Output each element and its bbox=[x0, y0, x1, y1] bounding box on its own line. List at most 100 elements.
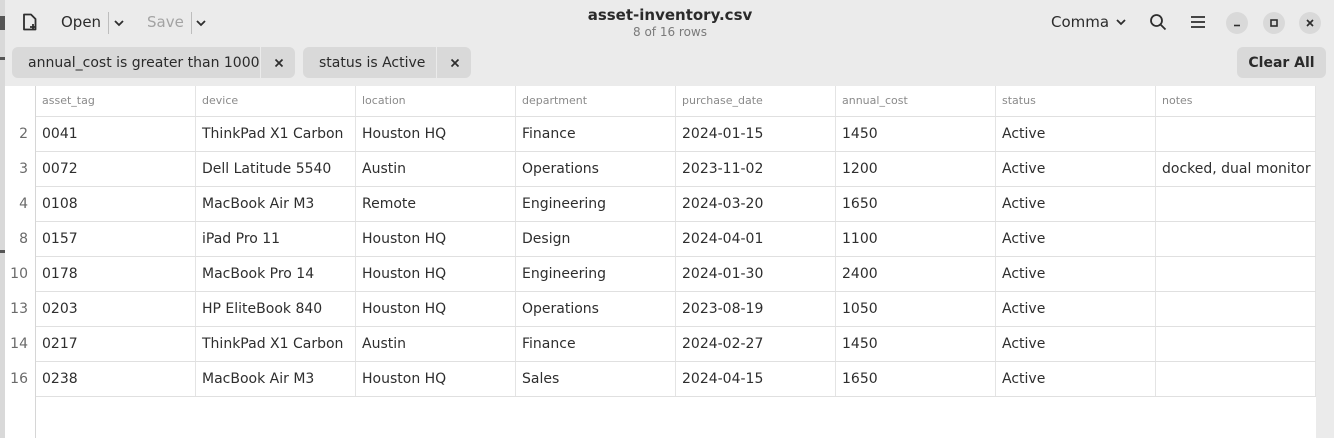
column-header-status[interactable]: status bbox=[996, 86, 1156, 116]
cell-purchase-date[interactable]: 2023-08-19 bbox=[676, 292, 836, 327]
cell-asset-tag[interactable]: 0238 bbox=[36, 362, 196, 397]
cell-device[interactable]: iPad Pro 11 bbox=[196, 222, 356, 257]
cell-asset-tag[interactable]: 0203 bbox=[36, 292, 196, 327]
cell-status[interactable]: Active bbox=[996, 222, 1156, 257]
column-header-asset-tag[interactable]: asset_tag bbox=[36, 86, 196, 116]
cell-purchase-date[interactable]: 2024-01-15 bbox=[676, 117, 836, 152]
cell-device[interactable]: MacBook Air M3 bbox=[196, 362, 356, 397]
delimiter-dropdown[interactable]: Comma bbox=[1047, 8, 1131, 36]
column-header-department[interactable]: department bbox=[516, 86, 676, 116]
cell-notes[interactable] bbox=[1156, 292, 1316, 327]
cell-device[interactable]: MacBook Pro 14 bbox=[196, 257, 356, 292]
main-menu-button[interactable] bbox=[1186, 10, 1210, 34]
table-row[interactable]: 4 0108 MacBook Air M3 Remote Engineering 2024… bbox=[5, 187, 1316, 222]
cell-device[interactable]: Dell Latitude 5540 bbox=[196, 152, 356, 187]
cell-department[interactable]: Engineering bbox=[516, 187, 676, 222]
cell-notes[interactable]: docked, dual monitor bbox=[1156, 152, 1316, 187]
cell-department[interactable]: Sales bbox=[516, 362, 676, 397]
cell-status[interactable]: Active bbox=[996, 327, 1156, 362]
save-menu-button[interactable] bbox=[193, 12, 209, 34]
cell-notes[interactable] bbox=[1156, 117, 1316, 152]
column-header-purchase-date[interactable]: purchase_date bbox=[676, 86, 836, 116]
filter-chip[interactable]: status is Active bbox=[303, 47, 471, 78]
cell-device[interactable]: MacBook Air M3 bbox=[196, 187, 356, 222]
cell-asset-tag[interactable]: 0041 bbox=[36, 117, 196, 152]
cell-department[interactable]: Finance bbox=[516, 117, 676, 152]
column-header-location[interactable]: location bbox=[356, 86, 516, 116]
table-row[interactable]: 10 0178 MacBook Pro 14 Houston HQ Engineerin… bbox=[5, 257, 1316, 292]
remove-filter-button[interactable] bbox=[262, 47, 295, 78]
cell-notes[interactable] bbox=[1156, 187, 1316, 222]
cell-department[interactable]: Finance bbox=[516, 327, 676, 362]
chevron-down-icon bbox=[114, 20, 124, 27]
cell-status[interactable]: Active bbox=[996, 152, 1156, 187]
search-button[interactable] bbox=[1146, 10, 1170, 34]
cell-status[interactable]: Active bbox=[996, 362, 1156, 397]
cell-purchase-date[interactable]: 2024-04-01 bbox=[676, 222, 836, 257]
cell-purchase-date[interactable]: 2024-02-27 bbox=[676, 327, 836, 362]
minimize-button[interactable] bbox=[1226, 12, 1248, 34]
cell-annual-cost[interactable]: 1650 bbox=[836, 187, 996, 222]
cell-device[interactable]: HP EliteBook 840 bbox=[196, 292, 356, 327]
close-window-button[interactable] bbox=[1299, 12, 1321, 34]
cell-status[interactable]: Active bbox=[996, 187, 1156, 222]
row-number: 8 bbox=[19, 231, 28, 247]
cell-asset-tag[interactable]: 0178 bbox=[36, 257, 196, 292]
cell-annual-cost[interactable]: 1650 bbox=[836, 362, 996, 397]
table-row[interactable]: 16 0238 MacBook Air M3 Houston HQ Sales 2024-… bbox=[5, 362, 1316, 397]
cell-location[interactable]: Houston HQ bbox=[356, 257, 516, 292]
column-header-annual-cost[interactable]: annual_cost bbox=[836, 86, 996, 116]
cell-asset-tag[interactable]: 0157 bbox=[36, 222, 196, 257]
cell-purchase-date[interactable]: 2023-11-02 bbox=[676, 152, 836, 187]
cell-department[interactable]: Design bbox=[516, 222, 676, 257]
cell-department[interactable]: Operations bbox=[516, 152, 676, 187]
column-header-device[interactable]: device bbox=[196, 86, 356, 116]
table-row[interactable]: 8 0157 iPad Pro 11 Houston HQ Design 2024-04-… bbox=[5, 222, 1316, 257]
cell-asset-tag[interactable]: 0072 bbox=[36, 152, 196, 187]
cell-location[interactable]: Houston HQ bbox=[356, 292, 516, 327]
cell-status[interactable]: Active bbox=[996, 117, 1156, 152]
cell-annual-cost[interactable]: 1450 bbox=[836, 117, 996, 152]
cell-location[interactable]: Houston HQ bbox=[356, 362, 516, 397]
cell-annual-cost[interactable]: 1050 bbox=[836, 292, 996, 327]
new-document-button[interactable] bbox=[17, 9, 43, 35]
cell-location[interactable]: Austin bbox=[356, 152, 516, 187]
cell-department[interactable]: Engineering bbox=[516, 257, 676, 292]
cell-device[interactable]: ThinkPad X1 Carbon bbox=[196, 327, 356, 362]
cell-annual-cost[interactable]: 1200 bbox=[836, 152, 996, 187]
open-menu-button[interactable] bbox=[111, 12, 127, 34]
cell-annual-cost[interactable]: 1450 bbox=[836, 327, 996, 362]
cell-device[interactable]: ThinkPad X1 Carbon bbox=[196, 117, 356, 152]
table-row[interactable]: 3 0072 Dell Latitude 5540 Austin Operations 2… bbox=[5, 152, 1316, 187]
remove-filter-button[interactable] bbox=[438, 47, 471, 78]
cell-notes[interactable] bbox=[1156, 362, 1316, 397]
column-header-notes[interactable]: notes bbox=[1156, 86, 1316, 116]
cell-location[interactable]: Houston HQ bbox=[356, 117, 516, 152]
cell-location[interactable]: Remote bbox=[356, 187, 516, 222]
save-button[interactable]: Save bbox=[136, 8, 195, 36]
cell-notes[interactable] bbox=[1156, 327, 1316, 362]
cell-asset-tag[interactable]: 0108 bbox=[36, 187, 196, 222]
cell-purchase-date[interactable]: 2024-01-30 bbox=[676, 257, 836, 292]
cell-purchase-date[interactable]: 2024-03-20 bbox=[676, 187, 836, 222]
cell-status[interactable]: Active bbox=[996, 257, 1156, 292]
cell-notes[interactable] bbox=[1156, 222, 1316, 257]
table-row[interactable]: 14 0217 ThinkPad X1 Carbon Austin Finance 202… bbox=[5, 327, 1316, 362]
maximize-button[interactable] bbox=[1263, 12, 1285, 34]
table-row[interactable]: 13 0203 HP EliteBook 840 Houston HQ Operatio… bbox=[5, 292, 1316, 327]
cell-purchase-date[interactable]: 2024-04-15 bbox=[676, 362, 836, 397]
cell-status[interactable]: Active bbox=[996, 292, 1156, 327]
cell-asset-tag[interactable]: 0217 bbox=[36, 327, 196, 362]
open-button[interactable]: Open bbox=[49, 8, 113, 36]
table-row[interactable]: 2 0041 ThinkPad X1 Carbon Houston HQ Finance… bbox=[5, 117, 1316, 152]
cell-annual-cost[interactable]: 1100 bbox=[836, 222, 996, 257]
cell-location[interactable]: Austin bbox=[356, 327, 516, 362]
cell-notes[interactable] bbox=[1156, 257, 1316, 292]
hamburger-menu-icon bbox=[1191, 16, 1205, 28]
data-grid[interactable]: asset_tag device location department purchas… bbox=[5, 86, 1316, 438]
cell-department[interactable]: Operations bbox=[516, 292, 676, 327]
clear-all-button[interactable]: Clear All bbox=[1237, 47, 1326, 78]
cell-location[interactable]: Houston HQ bbox=[356, 222, 516, 257]
filter-chip[interactable]: annual_cost is greater than 1000 bbox=[12, 47, 295, 78]
cell-annual-cost[interactable]: 2400 bbox=[836, 257, 996, 292]
